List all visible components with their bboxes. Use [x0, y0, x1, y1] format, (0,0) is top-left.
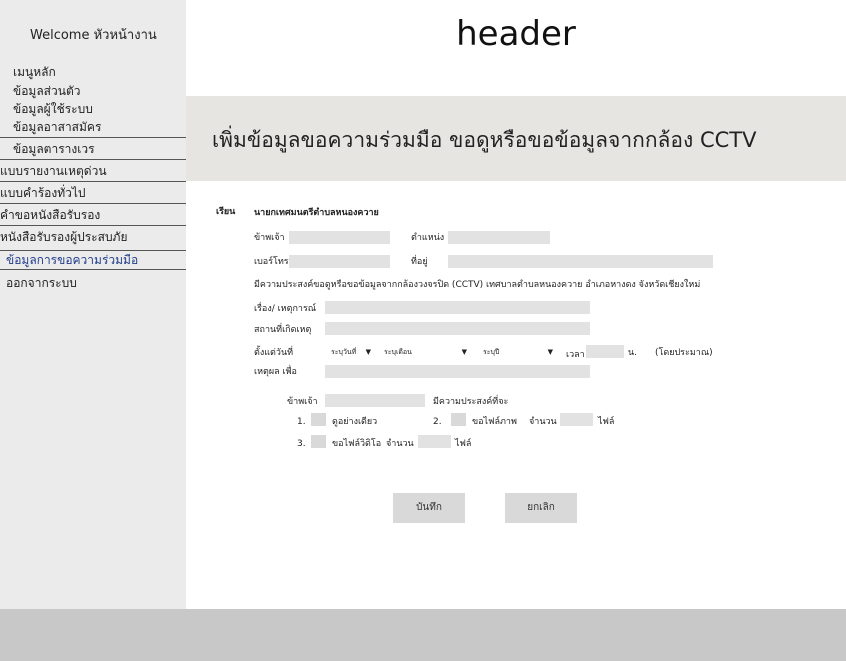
image-file-checkbox[interactable] [451, 413, 466, 426]
sidebar-item-main-menu[interactable]: เมนูหลัก [13, 63, 186, 81]
sidebar-item-personal-info[interactable]: ข้อมูลส่วนตัว [0, 82, 186, 100]
option-2-count-label: จำนวน [529, 417, 557, 427]
position-input[interactable] [448, 231, 550, 244]
time-input[interactable] [586, 345, 624, 358]
option-1-number: 1. [297, 417, 306, 427]
location-label: สถานที่เกิดเหตุ [254, 325, 312, 335]
page-title: เพิ่มข้อมูลขอความร่วมมือ ขอดูหรือขอข้อมู… [212, 128, 757, 152]
reason-label: เหตุผล เพื่อ [254, 367, 297, 377]
cancel-button[interactable]: ยกเลิก [505, 493, 577, 523]
header: header [186, 0, 846, 96]
option-3-label: ขอไฟล์วิดิโอ [332, 439, 382, 449]
save-button[interactable]: บันทึก [393, 493, 465, 523]
option-3-number: 3. [297, 439, 306, 449]
phone-input[interactable] [289, 255, 390, 268]
welcome-text: Welcome หัวหน้างาน [30, 28, 157, 43]
option-3-count-label: จำนวน [386, 439, 414, 449]
sidebar-item-volunteers[interactable]: ข้อมูลอาสาสมัคร [0, 118, 186, 138]
chevron-down-icon: ▼ [365, 348, 371, 356]
approx-label: (โดยประมาณ) [655, 348, 713, 358]
chevron-down-icon: ▼ [547, 348, 553, 356]
month-select-value: ระบุเดือน [384, 348, 412, 356]
phone-label: เบอร์โทร [254, 257, 289, 267]
name-label: ข้าพเจ้า [254, 233, 285, 243]
salutation-value: นายกเทศมนตรีตำบลหนองควาย [254, 208, 379, 218]
day-select-value: ระบุวันที่ [331, 348, 357, 356]
address-input[interactable] [448, 255, 713, 268]
salutation-label: เรียน [216, 207, 236, 217]
option-1-label: ดูอย่างเดียว [332, 417, 378, 427]
video-file-checkbox[interactable] [311, 435, 326, 448]
since-label: ตั้งแต่วันที่ [254, 348, 294, 358]
intend-label: มีความประสงค์ที่จะ [433, 397, 509, 407]
month-select[interactable]: ระบุเดือน ▼ [380, 345, 470, 359]
name-input[interactable] [289, 231, 390, 244]
requester-input[interactable] [325, 394, 425, 407]
header-title: header [456, 14, 576, 54]
sidebar-item-shift-schedule[interactable]: ข้อมูลตารางเวร [0, 140, 186, 160]
requester-label: ข้าพเจ้า [287, 397, 318, 407]
sidebar-item-victim-certificate[interactable]: หนังสือรับรองผู้ประสบภัย [0, 228, 186, 248]
day-select[interactable]: ระบุวันที่ ▼ [327, 345, 374, 359]
option-2-label: ขอไฟล์ภาพ [472, 417, 517, 427]
sidebar-item-logout[interactable]: ออกจากระบบ [0, 274, 186, 292]
sidebar-item-general-request[interactable]: แบบคำร้องทั่วไป [0, 184, 186, 204]
sidebar-item-system-users[interactable]: ข้อมูลผู้ใช้ระบบ [0, 100, 186, 118]
sidebar: Welcome หัวหน้างาน เมนูหลัก ข้อมูลส่วนตั… [0, 0, 186, 609]
title-band: เพิ่มข้อมูลขอความร่วมมือ ขอดูหรือขอข้อมู… [186, 96, 846, 181]
view-only-checkbox[interactable] [311, 413, 326, 426]
purpose-text: มีความประสงค์ขอดูหรือขอข้อมูลจากกล้องวงจ… [254, 280, 701, 290]
sidebar-item-cooperation[interactable]: ข้อมูลการขอความร่วมมือ [0, 250, 186, 270]
option-2-number: 2. [433, 417, 442, 427]
location-input[interactable] [325, 322, 590, 335]
option-2-unit: ไฟล์ [598, 417, 615, 427]
subject-input[interactable] [325, 301, 590, 314]
sidebar-item-certificate-request[interactable]: คำขอหนังสือรับรอง [0, 206, 186, 226]
subject-label: เรื่อง/ เหตุการณ์ [254, 304, 317, 314]
image-count-input[interactable] [560, 413, 593, 426]
reason-input[interactable] [325, 365, 590, 378]
chevron-down-icon: ▼ [461, 348, 467, 356]
position-label: ตำแหน่ง [411, 233, 445, 243]
address-label: ที่อยู่ [411, 257, 428, 267]
sidebar-item-urgent-report[interactable]: แบบรายงานเหตุด่วน [0, 162, 186, 182]
option-3-unit: ไฟล์ [455, 439, 472, 449]
time-label: เวลา [566, 350, 585, 360]
year-select-value: ระบุปี [483, 348, 500, 356]
year-select[interactable]: ระบุปี ▼ [479, 345, 556, 359]
footer [0, 609, 846, 661]
time-unit: น. [628, 348, 638, 358]
video-count-input[interactable] [418, 435, 451, 448]
